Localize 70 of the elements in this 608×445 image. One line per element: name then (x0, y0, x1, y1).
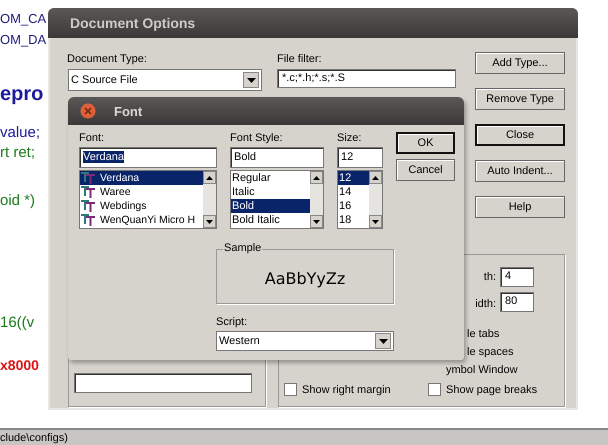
scrollbar[interactable] (203, 171, 216, 228)
list-item[interactable]: Verdana (80, 171, 203, 185)
list-item[interactable]: Bold Italic (231, 213, 310, 227)
checkbox[interactable]: Show right margin (284, 383, 391, 396)
dialog-button[interactable]: Auto Indent... (475, 160, 565, 182)
list-item[interactable]: WenQuanYi Micro H (80, 213, 203, 227)
up-arrow-icon (206, 176, 213, 180)
code-line: epro (0, 82, 44, 106)
list-item[interactable]: 14 (338, 185, 369, 199)
dialog-button[interactable]: Remove Type (475, 88, 565, 110)
dialog-button[interactable]: Help (475, 196, 565, 218)
window-title: Font (114, 104, 142, 118)
down-arrow-icon (313, 220, 320, 224)
close-icon[interactable] (80, 103, 96, 119)
code-line: value; (0, 124, 40, 142)
caret-icon (375, 333, 391, 349)
input-field[interactable]: *.c;*.h;*.s;*.S (277, 69, 456, 88)
font-type-icon (81, 200, 95, 212)
list-item[interactable]: 18 (338, 213, 369, 227)
up-arrow-icon (372, 176, 379, 180)
font-type-icon (81, 172, 95, 184)
list-item[interactable]: Regular (231, 171, 310, 185)
list-item[interactable]: Italic (231, 185, 310, 199)
input-field[interactable]: Verdana (79, 147, 217, 168)
list-item[interactable]: Bold (231, 199, 310, 213)
group-label: Sample (223, 242, 262, 254)
code-line: OM_CA (0, 10, 46, 28)
dialog-button[interactable]: Close (475, 124, 565, 146)
scrollbar[interactable] (369, 171, 382, 228)
list-item[interactable]: Webdings (80, 199, 203, 213)
code-line: 16((v (0, 314, 34, 332)
font-type-icon (81, 214, 95, 226)
down-arrow-icon (206, 220, 213, 224)
list-item[interactable]: Waree (80, 185, 203, 199)
field-label: Font: (79, 132, 106, 145)
scrollbar[interactable] (310, 171, 323, 228)
field-label: Document Type: (67, 53, 147, 65)
field-label: File filter: (277, 53, 322, 65)
option-label: ymbol Window (446, 364, 518, 376)
sample-text: AaBbYyZz (264, 269, 346, 288)
dropdown[interactable]: Western (216, 331, 394, 351)
input-field[interactable]: 4 (500, 267, 534, 287)
dialog-button[interactable]: Cancel (396, 159, 455, 181)
input-field[interactable] (74, 373, 252, 393)
caret-icon (243, 72, 259, 88)
field-label: Script: (216, 316, 248, 329)
down-arrow-icon (372, 220, 379, 224)
option-label: le spaces (467, 346, 514, 358)
dialog-button[interactable]: Add Type... (475, 52, 565, 74)
checkbox[interactable]: Show page breaks (428, 383, 538, 396)
field-label: Size: (337, 132, 362, 145)
code-line: OM_DA (0, 31, 46, 49)
list-item[interactable]: 16 (338, 199, 369, 213)
font-type-icon (81, 186, 95, 198)
list-item[interactable]: 12 (338, 171, 369, 185)
field-label: th: (484, 271, 496, 283)
code-line: rt ret; (0, 144, 36, 162)
input-field[interactable]: Bold (230, 147, 324, 168)
up-arrow-icon (313, 176, 320, 180)
input-field[interactable]: 12 (337, 147, 383, 168)
status-text: clude\configs) (0, 432, 68, 444)
dialog-button[interactable]: OK (396, 132, 455, 154)
field-label: idth: (475, 298, 496, 310)
input-field[interactable]: 80 (500, 292, 534, 312)
code-line: oid *) (0, 192, 36, 210)
code-line: x8000 (0, 356, 39, 374)
option-label: le tabs (467, 328, 500, 340)
window-title: Document Options (70, 15, 196, 31)
field-label: Font Style: (230, 132, 284, 145)
dropdown[interactable]: C Source File (68, 69, 262, 91)
